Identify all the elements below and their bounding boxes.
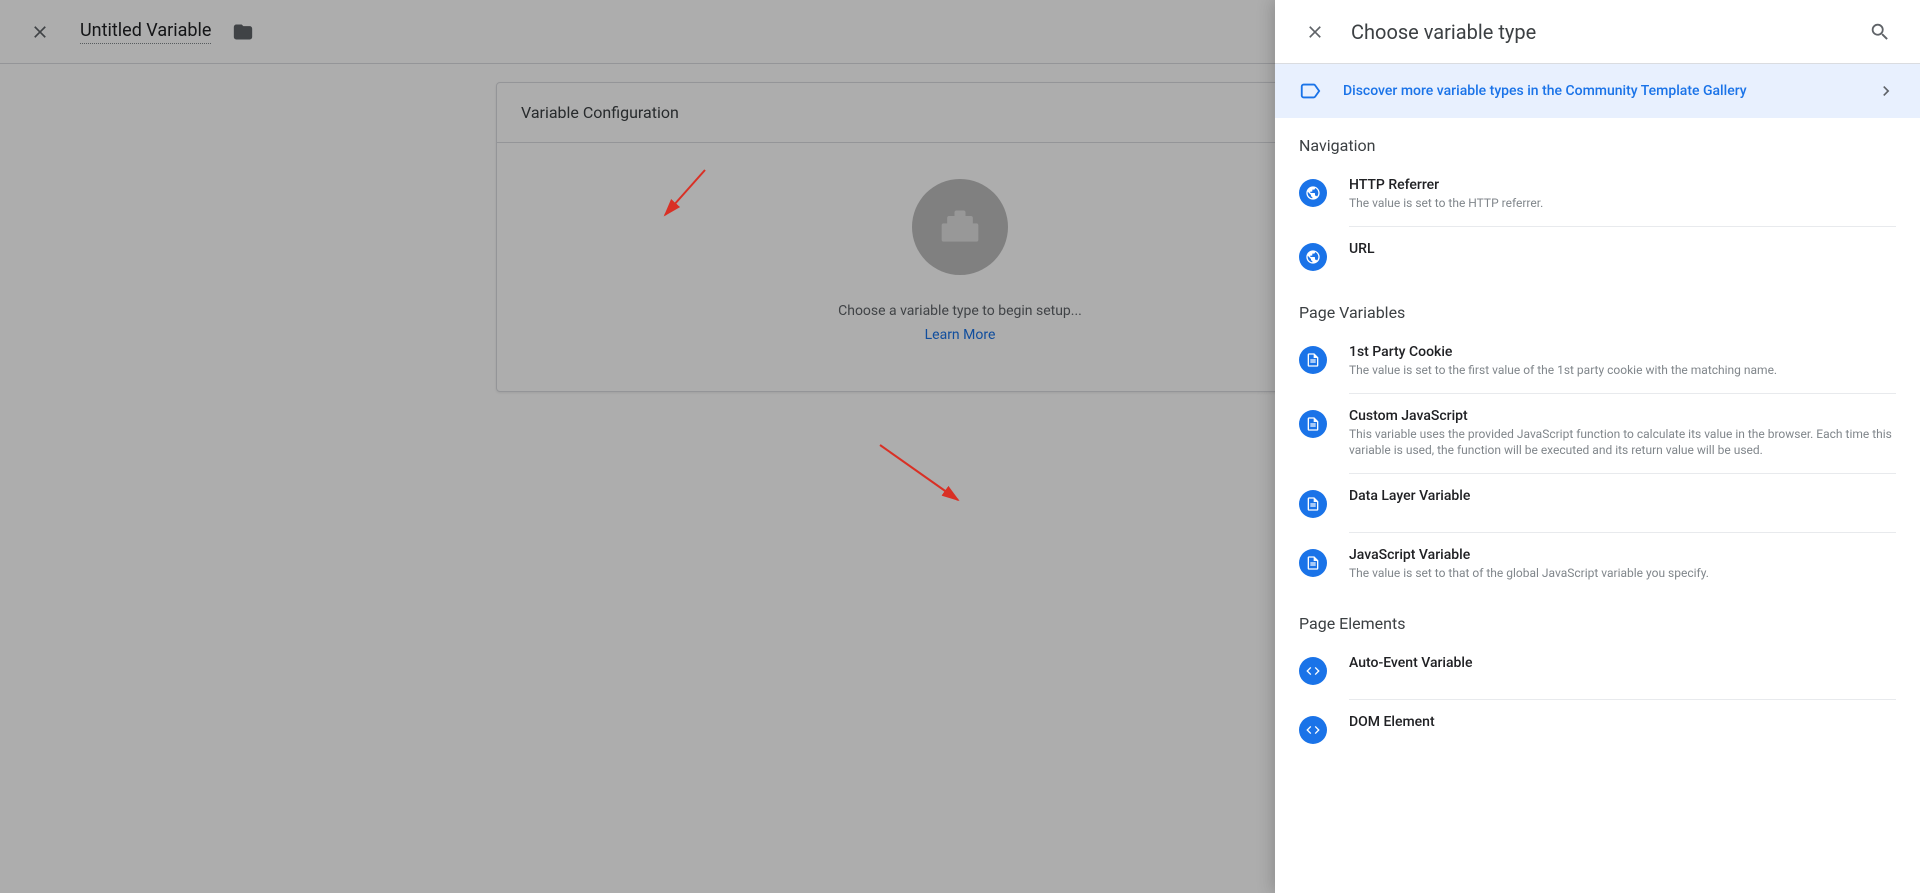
doc-icon [1299, 346, 1327, 374]
variable-type-item[interactable]: Custom JavaScript This variable uses the … [1299, 394, 1896, 474]
code-icon [1299, 657, 1327, 685]
variable-type-item[interactable]: DOM Element [1299, 700, 1896, 758]
code-icon [1299, 716, 1327, 744]
chevron-right-icon [1876, 81, 1896, 101]
panel-list[interactable]: Navigation HTTP Referrer The value is set … [1275, 118, 1920, 893]
section-title: Navigation [1299, 136, 1896, 155]
item-title: HTTP Referrer [1349, 177, 1896, 193]
section: Page Variables 1st Party Cookie The value … [1275, 285, 1920, 596]
item-title: DOM Element [1349, 714, 1896, 730]
variable-type-item[interactable]: JavaScript Variable The value is set to t… [1299, 533, 1896, 596]
item-title: Auto-Event Variable [1349, 655, 1896, 671]
item-text: Custom JavaScript This variable uses the … [1349, 408, 1896, 460]
variable-type-item[interactable]: Auto-Event Variable [1299, 641, 1896, 699]
item-text: 1st Party Cookie The value is set to the … [1349, 344, 1896, 379]
item-title: URL [1349, 241, 1896, 257]
tag-icon [1299, 80, 1321, 102]
globe-icon [1299, 243, 1327, 271]
discover-gallery-link[interactable]: Discover more variable types in the Comm… [1275, 64, 1920, 118]
item-description: The value is set to that of the global J… [1349, 565, 1896, 582]
item-title: Custom JavaScript [1349, 408, 1896, 424]
item-text: URL [1349, 241, 1896, 257]
panel-close-icon[interactable] [1295, 12, 1335, 52]
section-title: Page Variables [1299, 303, 1896, 322]
item-text: Data Layer Variable [1349, 488, 1896, 504]
discover-label: Discover more variable types in the Comm… [1343, 83, 1854, 99]
section-title: Page Elements [1299, 614, 1896, 633]
item-text: HTTP Referrer The value is set to the HTT… [1349, 177, 1896, 212]
variable-type-item[interactable]: HTTP Referrer The value is set to the HTT… [1299, 163, 1896, 226]
section: Navigation HTTP Referrer The value is set … [1275, 118, 1920, 285]
variable-type-item[interactable]: 1st Party Cookie The value is set to the … [1299, 330, 1896, 393]
item-description: The value is set to the HTTP referrer. [1349, 195, 1896, 212]
variable-type-item[interactable]: URL [1299, 227, 1896, 285]
item-title: 1st Party Cookie [1349, 344, 1896, 360]
item-text: Auto-Event Variable [1349, 655, 1896, 671]
doc-icon [1299, 490, 1327, 518]
variable-type-panel: Choose variable type Discover more varia… [1275, 0, 1920, 893]
variable-type-item[interactable]: Data Layer Variable [1299, 474, 1896, 532]
item-description: The value is set to the first value of t… [1349, 362, 1896, 379]
search-icon[interactable] [1860, 12, 1900, 52]
item-text: DOM Element [1349, 714, 1896, 730]
panel-title: Choose variable type [1351, 20, 1844, 44]
doc-icon [1299, 410, 1327, 438]
doc-icon [1299, 549, 1327, 577]
item-title: Data Layer Variable [1349, 488, 1896, 504]
section: Page Elements Auto-Event Variable DOM Elem… [1275, 596, 1920, 758]
item-text: JavaScript Variable The value is set to t… [1349, 547, 1896, 582]
item-description: This variable uses the provided JavaScri… [1349, 426, 1896, 460]
item-title: JavaScript Variable [1349, 547, 1896, 563]
globe-icon [1299, 179, 1327, 207]
